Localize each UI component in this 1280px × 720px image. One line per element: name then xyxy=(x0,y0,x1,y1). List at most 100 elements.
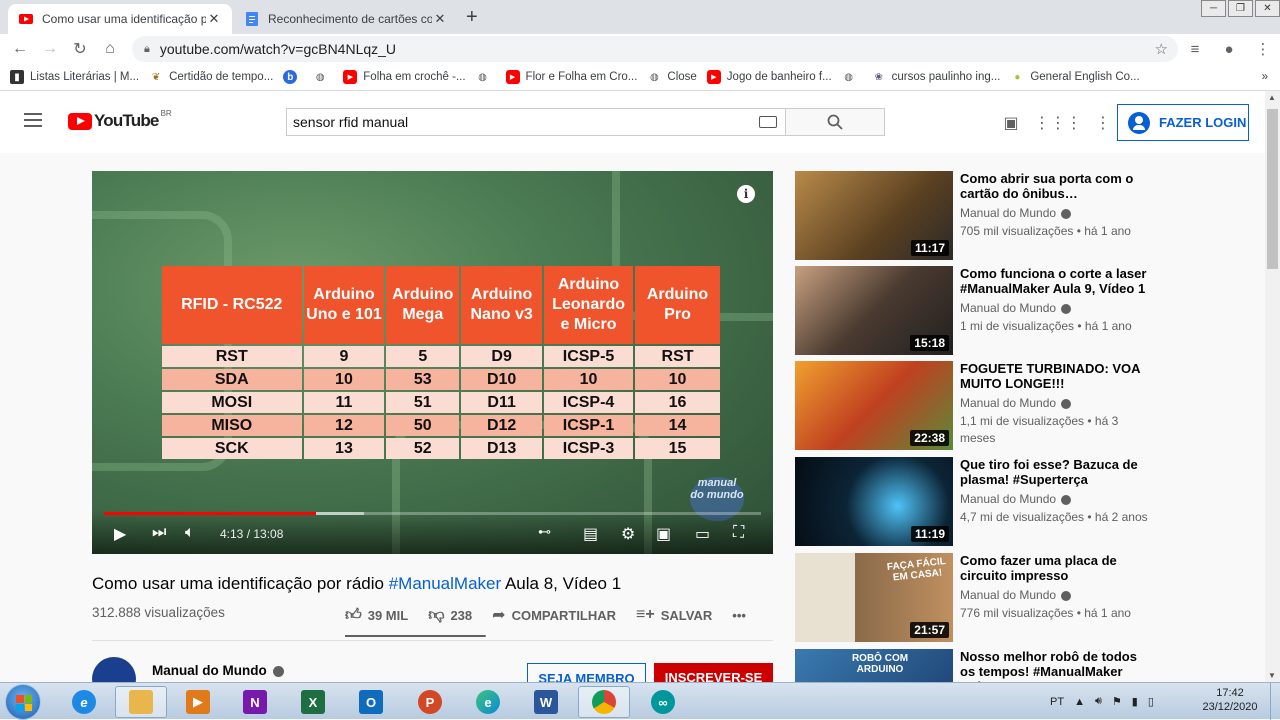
rec-title[interactable]: Nosso melhor robô de todos os tempos! #M… xyxy=(960,649,1152,682)
volume-tray-icon[interactable]: 🔊︎ xyxy=(1095,695,1102,708)
bookmark[interactable]: b xyxy=(283,70,303,84)
volume-icon[interactable]: 🔈︎ xyxy=(185,524,195,542)
taskbar-app[interactable]: e xyxy=(462,686,514,718)
bookmark[interactable]: ▶ Flor e Folha em Cro... xyxy=(505,70,637,84)
taskbar-clock[interactable]: 17:42 23/12/2020 xyxy=(1200,686,1260,714)
close-window-button[interactable]: ✕ xyxy=(1255,0,1280,17)
video-thumbnail[interactable]: 22:38 xyxy=(795,361,953,450)
bookmark[interactable]: ◍ xyxy=(313,70,333,84)
rec-channel[interactable]: Manual do Mundo xyxy=(960,396,1072,410)
info-icon[interactable]: i xyxy=(737,185,755,203)
subtitles-icon[interactable]: ▤ xyxy=(583,524,598,544)
more-actions-button[interactable]: ••• xyxy=(732,608,746,623)
profile-icon[interactable]: ● xyxy=(1212,41,1246,58)
recommendation-item[interactable]: FAÇA FÁCIL EM CASA! 21:57 Como fazer uma… xyxy=(795,553,1155,642)
theater-mode-icon[interactable]: ▭ xyxy=(695,524,710,544)
taskbar-app[interactable]: P xyxy=(404,686,456,718)
bookmark[interactable]: ❦ Certidão de tempo... xyxy=(149,70,273,84)
rec-channel[interactable]: Manual do Mundo xyxy=(960,588,1072,602)
taskbar-app[interactable] xyxy=(115,686,167,718)
tray-expand-icon[interactable]: ▲ xyxy=(1074,696,1085,708)
bookmark[interactable]: ▮ Listas Literárias | M... xyxy=(10,70,139,84)
scroll-up-icon[interactable]: ▲ xyxy=(1268,93,1276,102)
action-center-icon[interactable]: ⚑ xyxy=(1112,695,1122,708)
language-indicator[interactable]: PT xyxy=(1050,696,1064,708)
taskbar-app[interactable]: X xyxy=(287,686,339,718)
bookmark[interactable]: ▶ Jogo de banheiro f... xyxy=(706,70,832,84)
show-desktop-button[interactable] xyxy=(1270,683,1280,720)
page-scrollbar[interactable]: ▲ ▼ xyxy=(1265,91,1280,682)
maximize-button[interactable]: ❐ xyxy=(1228,0,1253,17)
home-icon[interactable]: ⌂ xyxy=(95,40,125,58)
new-tab-button[interactable]: + xyxy=(466,6,478,29)
network-icon[interactable]: ▮ xyxy=(1132,695,1138,708)
rec-title[interactable]: Como fazer uma placa de circuito impress… xyxy=(960,553,1152,583)
rec-channel[interactable]: Manual do Mundo xyxy=(960,206,1072,220)
video-thumbnail[interactable]: 15:18 xyxy=(795,266,953,355)
video-thumbnail[interactable]: ROBÔ COM ARDUINO xyxy=(795,649,953,682)
back-icon[interactable]: ← xyxy=(5,40,35,58)
hashtag-link[interactable]: #ManualMaker xyxy=(389,574,501,593)
create-video-icon[interactable]: ▣ xyxy=(988,113,1034,133)
video-thumbnail[interactable]: FAÇA FÁCIL EM CASA! 21:57 xyxy=(795,553,953,642)
rec-channel[interactable]: Manual do Mundo xyxy=(960,492,1072,506)
start-button[interactable] xyxy=(5,684,41,720)
star-icon[interactable]: ☆ xyxy=(1155,40,1168,58)
rec-title[interactable]: Como abrir sua porta com o cartão do ôni… xyxy=(960,171,1152,201)
bookmark[interactable]: ◍ Close xyxy=(647,70,697,84)
save-button[interactable]: ≡+ SALVAR xyxy=(636,606,712,624)
video-thumbnail[interactable]: 11:19 xyxy=(795,457,953,546)
share-button[interactable]: ➦ COMPARTILHAR xyxy=(492,605,616,625)
bookmark[interactable]: ▶ Folha em crochê -... xyxy=(343,70,466,84)
video-player[interactable]: i RFID - RC522 Arduino Uno e 101 Arduino… xyxy=(92,171,773,554)
settings-gear-icon[interactable]: ⚙︎ xyxy=(621,524,635,544)
keyboard-icon[interactable] xyxy=(759,116,777,128)
search-button[interactable] xyxy=(785,108,885,136)
dislike-button[interactable]: 👎︎ 238 xyxy=(428,606,472,625)
taskbar-app[interactable]: N xyxy=(229,686,281,718)
forward-icon[interactable]: → xyxy=(35,40,65,58)
rec-title[interactable]: Que tiro foi esse? Bazuca de plasma! #Su… xyxy=(960,457,1152,487)
bookmark[interactable]: ● General English Co... xyxy=(1010,70,1139,84)
address-bar[interactable]: 🔒︎ youtube.com/watch?v=gcBN4NLqz_U ☆ xyxy=(132,36,1178,62)
bookmark[interactable]: ◍ xyxy=(476,70,496,84)
scrollbar-thumb[interactable] xyxy=(1267,109,1278,269)
video-thumbnail[interactable]: 11:17 xyxy=(795,171,953,260)
bookmark[interactable]: ❀ cursos paulinho ing... xyxy=(872,70,1000,84)
tab-youtube-video[interactable]: Como usar uma identificação por rádio ✕ xyxy=(8,4,232,34)
like-button[interactable]: 👍︎ 39 MIL xyxy=(345,606,408,625)
recommendation-item[interactable]: 11:19 Que tiro foi esse? Bazuca de plasm… xyxy=(795,457,1155,546)
taskbar-app[interactable] xyxy=(578,686,630,718)
autoplay-toggle-icon[interactable]: ⊷ xyxy=(538,524,551,540)
scroll-down-icon[interactable]: ▼ xyxy=(1268,671,1276,680)
youtube-logo[interactable]: YouTube BR xyxy=(68,109,172,131)
taskbar-app[interactable]: O xyxy=(345,686,397,718)
media-queue-icon[interactable]: ≡ xyxy=(1178,41,1212,58)
taskbar-app[interactable]: ∞ xyxy=(637,686,689,718)
login-button[interactable]: FAZER LOGIN xyxy=(1117,104,1249,141)
battery-icon[interactable]: ▯ xyxy=(1148,695,1154,708)
channel-name[interactable]: Manual do Mundo xyxy=(152,663,284,678)
recommendation-item[interactable]: ROBÔ COM ARDUINO Nosso melhor robô de to… xyxy=(795,649,1155,682)
tab-close-icon[interactable]: ✕ xyxy=(432,11,448,27)
rec-channel[interactable]: Manual do Mundo xyxy=(960,301,1072,315)
bookmarks-more-button[interactable]: » xyxy=(1262,71,1268,83)
recommendation-item[interactable]: 22:38 FOGUETE TURBINADO: VOA MUITO LONGE… xyxy=(795,361,1155,450)
fullscreen-icon[interactable]: ⛶ xyxy=(733,524,744,542)
recommendation-item[interactable]: 15:18 Como funciona o corte a laser #Man… xyxy=(795,266,1155,355)
search-input[interactable]: sensor rfid manual xyxy=(286,108,786,136)
taskbar-app[interactable]: ▶ xyxy=(172,686,224,718)
rec-title[interactable]: FOGUETE TURBINADO: VOA MUITO LONGE!!! xyxy=(960,361,1152,391)
taskbar-app[interactable]: W xyxy=(520,686,572,718)
reload-icon[interactable]: ↻ xyxy=(65,39,95,59)
rec-title[interactable]: Como funciona o corte a laser #ManualMak… xyxy=(960,266,1152,296)
tab-docs[interactable]: Reconhecimento de cartões com ✕ xyxy=(234,4,458,34)
miniplayer-icon[interactable]: ▣ xyxy=(656,524,671,544)
menu-dots-icon[interactable]: ⋮ xyxy=(1246,40,1280,58)
hamburger-menu-icon[interactable] xyxy=(24,113,42,131)
next-icon[interactable]: ⏭︎ xyxy=(152,524,166,542)
play-icon[interactable]: ▶ xyxy=(114,524,126,544)
taskbar-app[interactable]: e xyxy=(58,686,110,718)
tab-close-icon[interactable]: ✕ xyxy=(206,11,222,27)
progress-bar[interactable] xyxy=(104,512,761,515)
